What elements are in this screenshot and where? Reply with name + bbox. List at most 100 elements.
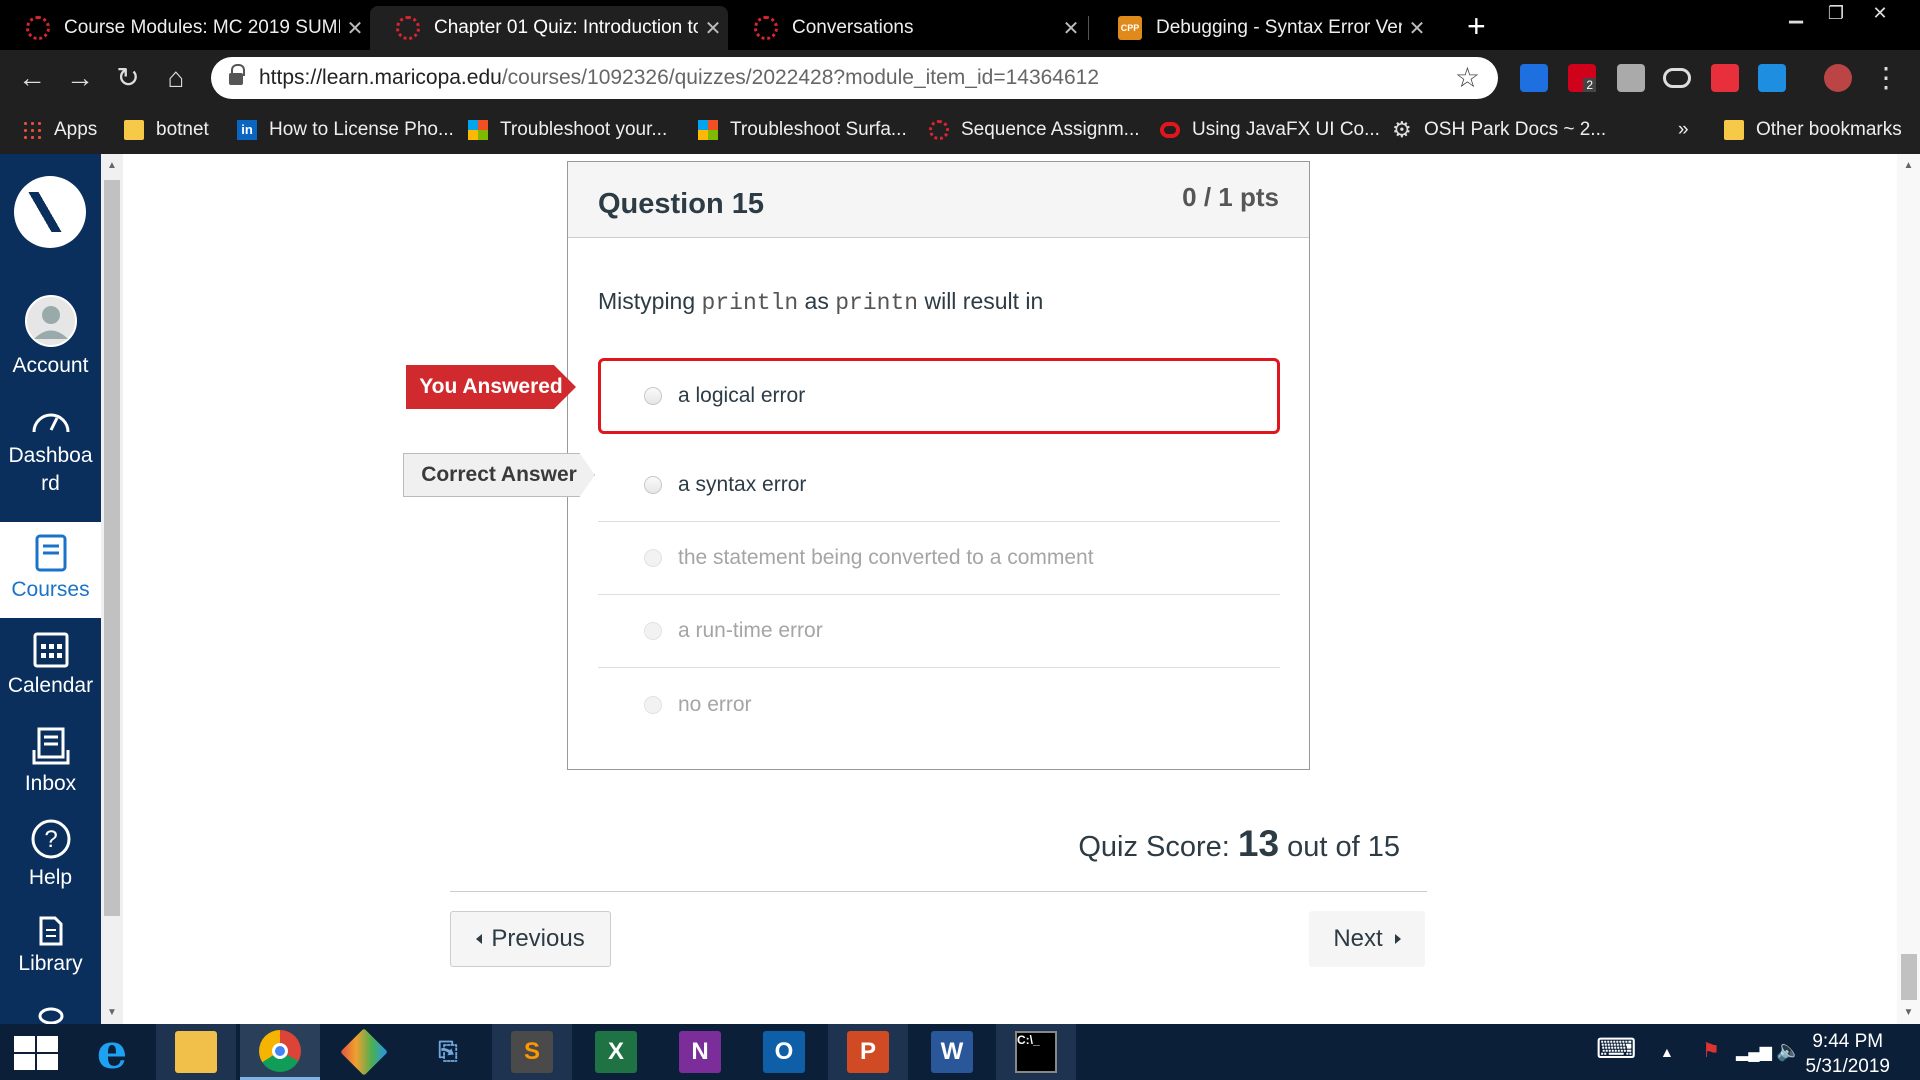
tab-debugging[interactable]: CPP Debugging - Syntax Error Versus ✕	[1092, 6, 1432, 50]
dropbox-icon[interactable]	[1520, 64, 1548, 92]
network-icon: ⎘	[438, 1038, 458, 1065]
answer-option[interactable]: a logical error	[598, 358, 1280, 434]
taskbar-network[interactable]: ⎘	[408, 1024, 488, 1080]
radio-button[interactable]	[644, 549, 662, 567]
radio-button[interactable]	[644, 476, 662, 494]
blue-ext-icon[interactable]	[1758, 64, 1786, 92]
taskbar-onenote[interactable]: N	[660, 1024, 740, 1080]
nav-calendar[interactable]: Calendar	[0, 628, 101, 718]
maricopa-logo[interactable]	[14, 176, 86, 248]
eye-icon	[38, 1007, 63, 1024]
taskbar-explorer[interactable]	[156, 1024, 236, 1080]
scrollbar-thumb[interactable]	[1901, 954, 1917, 1000]
previous-button[interactable]: Previous	[450, 911, 611, 967]
volume-icon[interactable]: 🔈	[1776, 1038, 1801, 1063]
scroll-up-icon[interactable]: ▲	[101, 160, 123, 171]
fiverr-icon[interactable]	[1617, 64, 1645, 92]
tab-chapter-quiz[interactable]: Chapter 01 Quiz: Introduction to ✕	[370, 6, 728, 50]
reload-button[interactable]: ↻	[110, 60, 146, 96]
taskbar-outlook[interactable]: O	[744, 1024, 824, 1080]
forward-button[interactable]: →	[62, 60, 98, 96]
code-printn: printn	[835, 290, 919, 316]
scrollbar-thumb[interactable]	[104, 180, 120, 916]
scroll-down-icon[interactable]: ▼	[101, 1007, 123, 1018]
nav-library[interactable]: Library	[0, 916, 101, 996]
next-button[interactable]: Next	[1309, 911, 1425, 967]
inbox-icon	[32, 727, 69, 765]
radio-button[interactable]	[644, 622, 662, 640]
bookmark-troubleshoot-surface[interactable]: Troubleshoot Surfa...	[698, 106, 907, 154]
canvas-icon	[754, 16, 778, 40]
close-icon[interactable]: ✕	[698, 16, 728, 41]
close-window-button[interactable]: ✕	[1860, 0, 1900, 26]
back-button[interactable]: ←	[14, 60, 50, 96]
canvas-icon	[929, 120, 949, 140]
answer-option[interactable]: a syntax error	[598, 449, 1280, 522]
taskbar-cmd[interactable]: C:\_	[996, 1024, 1076, 1080]
restore-button[interactable]: ❐	[1816, 0, 1856, 26]
file-explorer-icon	[175, 1031, 217, 1073]
lock-icon	[229, 64, 245, 86]
nav-account[interactable]: Account	[0, 294, 101, 384]
bookmarks-overflow[interactable]: »	[1678, 106, 1689, 154]
close-icon[interactable]: ✕	[1402, 16, 1432, 41]
menu-icon[interactable]: ⋮	[1868, 60, 1904, 96]
nav-scrollbar[interactable]: ▲ ▼	[101, 154, 123, 1024]
divider	[450, 891, 1427, 892]
nav-inbox[interactable]: Inbox	[0, 726, 101, 816]
bookmark-apps[interactable]: Apps	[22, 106, 97, 154]
keyboard-icon[interactable]: ⌨	[1596, 1032, 1636, 1065]
flag-icon[interactable]: ⚑	[1702, 1038, 1720, 1063]
radio-button[interactable]	[644, 387, 662, 405]
scroll-up-icon[interactable]: ▲	[1897, 160, 1920, 171]
command-prompt-icon: C:\_	[1015, 1031, 1057, 1073]
red-ext-icon[interactable]	[1711, 64, 1739, 92]
new-tab-button[interactable]: +	[1467, 8, 1486, 45]
answer-option[interactable]: no error	[598, 668, 1280, 741]
bookmark-javafx[interactable]: Using JavaFX UI Co...	[1160, 106, 1380, 154]
taskbar-chrome[interactable]	[240, 1024, 320, 1080]
taskbar-word[interactable]: W	[912, 1024, 992, 1080]
cloud-icon[interactable]	[1663, 68, 1691, 88]
courses-icon	[35, 534, 66, 572]
nav-more[interactable]	[0, 998, 101, 1024]
taskbar-excel[interactable]: X	[576, 1024, 656, 1080]
taskbar-sublime[interactable]: S	[492, 1024, 572, 1080]
nav-dashboard[interactable]: Dashboa rd	[0, 404, 101, 514]
bookmark-sequence[interactable]: Sequence Assignm...	[929, 106, 1140, 154]
git-icon	[340, 1028, 388, 1076]
calendar-ext-icon[interactable]: 2	[1568, 64, 1596, 92]
bookmark-star-icon[interactable]: ☆	[1455, 61, 1480, 94]
scroll-down-icon[interactable]: ▼	[1897, 1007, 1920, 1018]
bookmark-botnet[interactable]: botnet	[124, 106, 209, 154]
bookmark-troubleshoot-your[interactable]: Troubleshoot your...	[468, 106, 667, 154]
address-bar[interactable]: https://learn.maricopa.edu/courses/10923…	[211, 57, 1498, 99]
radio-button[interactable]	[644, 695, 662, 714]
close-icon[interactable]: ✕	[340, 16, 370, 41]
bookmark-license[interactable]: in How to License Pho...	[237, 106, 454, 154]
wifi-icon[interactable]: ▂▄▆	[1736, 1042, 1772, 1062]
tray-expand-icon[interactable]: ▲	[1660, 1044, 1674, 1060]
clock[interactable]: 9:44 PM 5/31/2019	[1805, 1029, 1890, 1079]
tab-conversations[interactable]: Conversations ✕	[728, 6, 1086, 50]
minimize-button[interactable]: ▁	[1776, 0, 1816, 26]
close-icon[interactable]: ✕	[1056, 16, 1086, 41]
bookmark-osh-park[interactable]: ⚙ OSH Park Docs ~ 2...	[1392, 106, 1606, 154]
profile-avatar[interactable]	[1824, 64, 1852, 92]
canvas-icon	[396, 16, 420, 40]
word-icon: W	[931, 1031, 973, 1073]
tab-course-modules[interactable]: Course Modules: MC 2019 SUMM ✕	[0, 6, 370, 50]
taskbar-ie[interactable]: e	[72, 1024, 152, 1080]
nav-help[interactable]: ? Help	[0, 818, 101, 908]
taskbar-git[interactable]	[324, 1024, 404, 1080]
answer-option[interactable]: a run-time error	[598, 595, 1280, 668]
windows-start-icon[interactable]	[14, 1036, 58, 1070]
bookmark-other[interactable]: Other bookmarks	[1724, 106, 1902, 154]
taskbar-powerpoint[interactable]: P	[828, 1024, 908, 1080]
home-icon[interactable]: ⌂	[158, 60, 194, 96]
answer-option[interactable]: the statement being converted to a comme…	[598, 522, 1280, 595]
nav-courses[interactable]: Courses	[0, 522, 101, 618]
page-scrollbar[interactable]: ▲ ▼	[1897, 154, 1920, 1024]
caret-right-icon	[1394, 934, 1401, 944]
tab-separator	[1088, 16, 1089, 40]
